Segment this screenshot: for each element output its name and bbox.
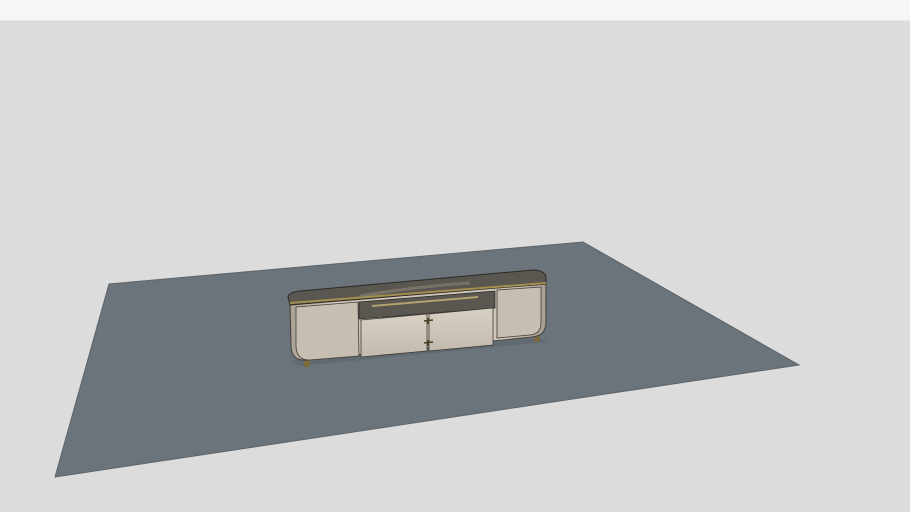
cabinet-right-door bbox=[496, 286, 542, 339]
rug-plane[interactable] bbox=[54, 241, 801, 478]
cabinet-center-door-right bbox=[428, 307, 494, 352]
scene-canvas[interactable] bbox=[0, 0, 910, 512]
cabinet-center-door-left bbox=[360, 313, 428, 358]
viewer-app bbox=[0, 0, 910, 512]
cabinet-left-door bbox=[295, 301, 360, 361]
